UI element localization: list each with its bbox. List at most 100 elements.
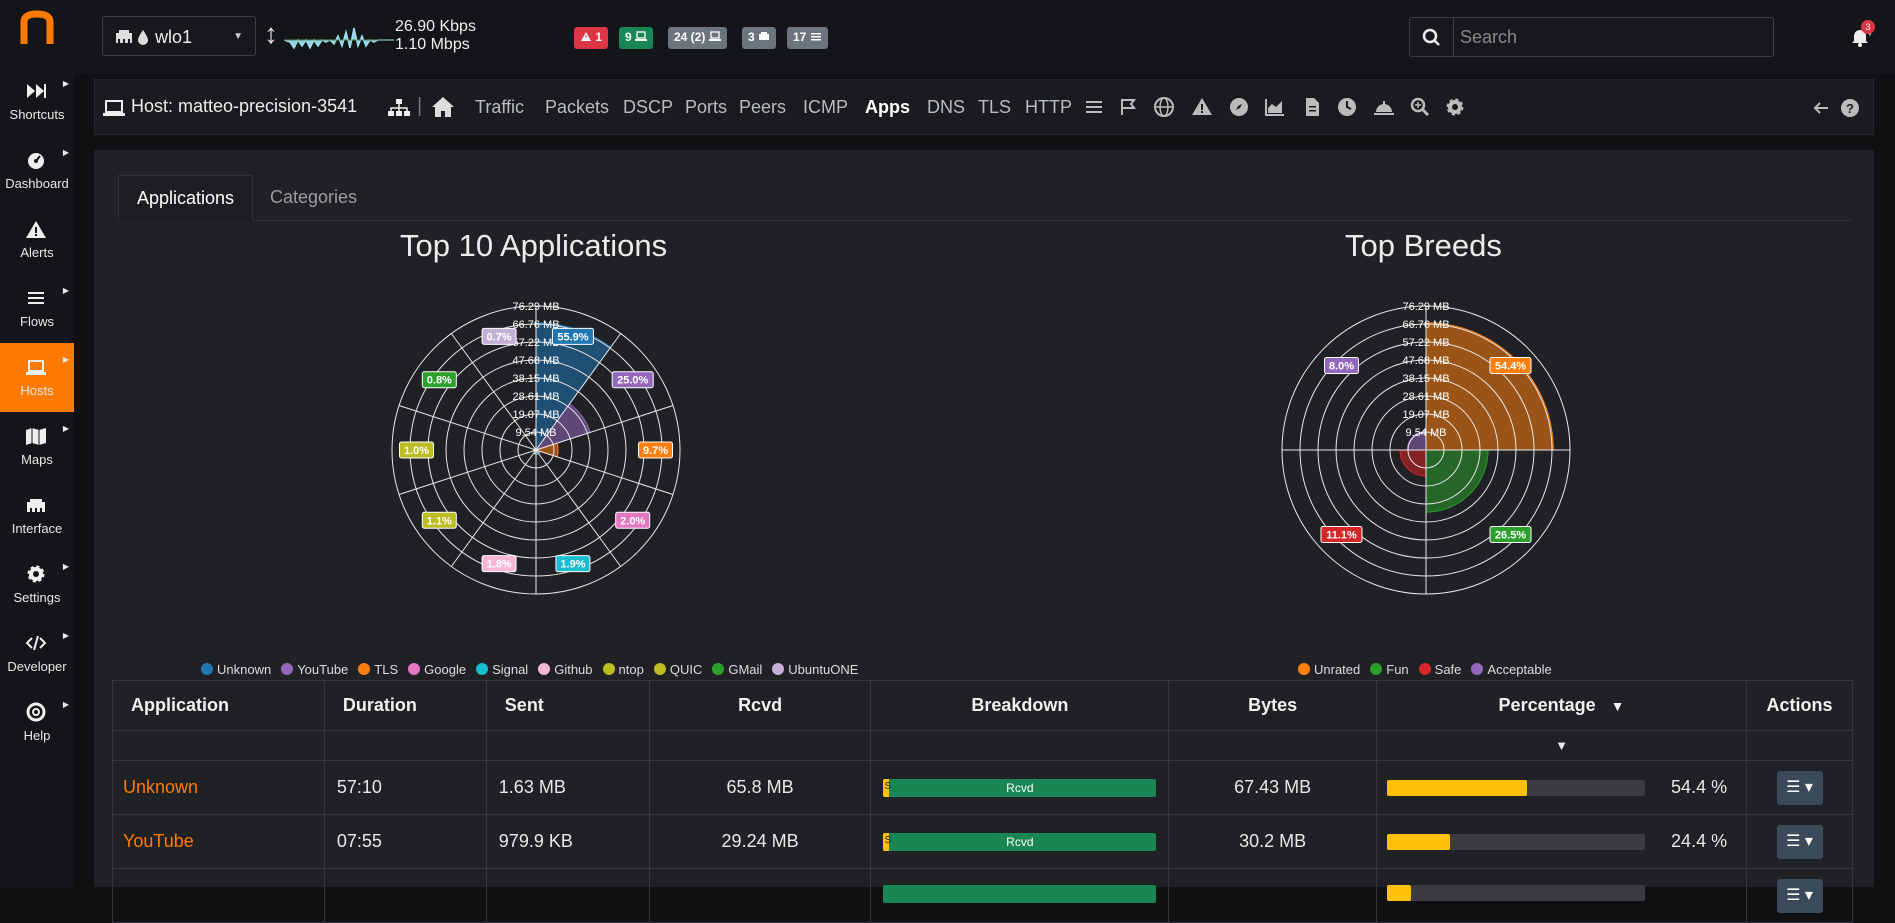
legend-dot xyxy=(772,663,785,675)
legend-item-github[interactable]: Github xyxy=(538,662,593,677)
warning-icon xyxy=(26,221,46,238)
data-label: 1.8% xyxy=(487,559,512,571)
legend-item-ntop[interactable]: ntop xyxy=(602,662,644,677)
map-icon xyxy=(26,428,46,445)
apps-chart-title: Top 10 Applications xyxy=(400,228,668,263)
legend-item-quic[interactable]: QUIC xyxy=(653,662,703,677)
legend-item-youtube[interactable]: YouTube xyxy=(281,662,348,677)
zoom-in-icon[interactable] xyxy=(1409,96,1431,118)
sidebar-item-dashboard[interactable]: Dashboard ▶ xyxy=(0,136,74,205)
sidebar-item-shortcuts[interactable]: Shortcuts ▶ xyxy=(0,67,74,136)
sidebar-item-settings[interactable]: Settings ▶ xyxy=(0,550,74,619)
legend-item-gmail[interactable]: GMail xyxy=(712,662,762,677)
legend-label: Acceptable xyxy=(1487,662,1552,677)
legend-item-tls[interactable]: TLS xyxy=(358,662,398,677)
breakdown-sent-label: S xyxy=(884,834,892,846)
bell-concierge-icon[interactable] xyxy=(1373,96,1395,118)
main-panel: Applications Categories Top 10 Applicati… xyxy=(94,150,1874,923)
radial-tick-label: 38.15 MB xyxy=(1402,373,1449,385)
legend-item-fun[interactable]: Fun xyxy=(1370,662,1409,677)
sort-desc-icon: ▼ xyxy=(1610,698,1625,714)
interface-select[interactable]: wlo1 ▼ xyxy=(102,16,256,56)
search-icon[interactable] xyxy=(1410,18,1454,56)
legend-item-safe[interactable]: Safe xyxy=(1418,662,1461,677)
home-icon[interactable] xyxy=(431,96,455,118)
actions-menu-button[interactable]: ☰ ▾ xyxy=(1776,824,1823,859)
status-badge[interactable]: 9 xyxy=(619,27,654,49)
nav-icmp[interactable]: ICMP xyxy=(803,97,848,118)
gear-icon[interactable] xyxy=(1444,96,1466,118)
nav-ports[interactable]: Ports xyxy=(685,97,727,118)
col-percentage[interactable]: Percentage ▼ xyxy=(1376,680,1747,731)
app-link[interactable]: Unknown xyxy=(123,777,198,797)
status-badge[interactable]: 17 xyxy=(787,27,828,49)
chevron-right-icon: ▶ xyxy=(62,424,69,433)
legend-item-acceptable[interactable]: Acceptable xyxy=(1471,662,1552,677)
help-circle-icon[interactable]: ? xyxy=(1840,98,1860,118)
ntopng-logo[interactable] xyxy=(20,8,54,48)
tab-categories[interactable]: Categories xyxy=(252,175,375,221)
sidebar-item-flows[interactable]: Flows ▶ xyxy=(0,274,74,343)
sidebar-item-developer[interactable]: Developer ▶ xyxy=(0,619,74,688)
nav-traffic[interactable]: Traffic xyxy=(475,97,524,118)
sidebar-item-interface[interactable]: Interface xyxy=(0,481,74,550)
sidebar-item-hosts[interactable]: Hosts ▶ xyxy=(0,343,74,412)
laptop-icon xyxy=(26,360,46,375)
sitemap-icon[interactable] xyxy=(388,99,410,117)
search-box[interactable] xyxy=(1409,17,1774,57)
laptop-icon xyxy=(708,31,721,41)
col-sent[interactable]: Sent xyxy=(485,680,650,731)
status-badge[interactable]: 24 (2) xyxy=(668,27,727,49)
nav-apps[interactable]: Apps xyxy=(865,97,910,118)
col-breakdown[interactable]: Breakdown xyxy=(870,680,1170,731)
filter-row: ▼ xyxy=(112,730,1853,761)
data-label: 55.9% xyxy=(557,331,588,343)
sidebar-item-label: Shortcuts xyxy=(9,107,65,122)
nav-packets[interactable]: Packets xyxy=(545,97,609,118)
arrow-left-icon[interactable] xyxy=(1812,100,1830,116)
status-badge[interactable]: 3 xyxy=(742,27,777,49)
nav-dscp[interactable]: DSCP xyxy=(623,97,673,118)
globe-icon[interactable] xyxy=(1153,96,1175,118)
percentage-filter-icon[interactable]: ▼ xyxy=(1376,730,1747,761)
col-application[interactable]: Application xyxy=(112,680,325,731)
list-icon[interactable] xyxy=(1083,96,1105,118)
col-bytes[interactable]: Bytes xyxy=(1168,680,1378,731)
drop-icon xyxy=(138,30,148,45)
nav-peers[interactable]: Peers xyxy=(739,97,786,118)
app-link[interactable]: YouTube xyxy=(123,831,194,851)
sidebar-item-maps[interactable]: Maps ▶ xyxy=(0,412,74,481)
radial-tick-label: 47.68 MB xyxy=(512,355,559,367)
nav-tls[interactable]: TLS xyxy=(978,97,1011,118)
legend-item-ubuntuone[interactable]: UbuntuONE xyxy=(772,662,858,677)
col-rcvd[interactable]: Rcvd xyxy=(648,680,872,731)
radial-tick-label: 19.07 MB xyxy=(512,409,559,421)
flag-icon[interactable] xyxy=(1118,96,1140,118)
sidebar-item-alerts[interactable]: Alerts xyxy=(0,205,74,274)
legend-label: QUIC xyxy=(669,662,703,677)
legend-item-google[interactable]: Google xyxy=(408,662,466,677)
area-chart-icon[interactable] xyxy=(1264,96,1286,118)
compass-icon[interactable] xyxy=(1228,96,1250,118)
file-icon[interactable] xyxy=(1301,96,1323,118)
legend-item-unknown[interactable]: Unknown xyxy=(201,662,271,677)
percentage-fill xyxy=(1387,885,1412,901)
warning-icon[interactable] xyxy=(1191,96,1213,118)
tab-applications[interactable]: Applications xyxy=(118,175,254,221)
search-input[interactable] xyxy=(1460,26,1760,48)
legend-label: Google xyxy=(424,662,467,677)
actions-menu-button[interactable]: ☰ ▾ xyxy=(1776,879,1823,913)
nav-http[interactable]: HTTP xyxy=(1025,97,1072,118)
clock-icon[interactable] xyxy=(1336,96,1358,118)
data-label: 0.8% xyxy=(427,375,452,387)
legend-item-signal[interactable]: Signal xyxy=(476,662,528,677)
radial-tick-label: 28.61 MB xyxy=(1402,391,1449,403)
data-label: 8.0% xyxy=(1329,360,1354,372)
sidebar-item-help[interactable]: Help ▶ xyxy=(0,688,74,757)
status-badge[interactable]: 1 xyxy=(574,27,609,49)
legend-label: UbuntuONE xyxy=(788,662,859,677)
nav-dns[interactable]: DNS xyxy=(927,97,965,118)
col-duration[interactable]: Duration xyxy=(323,680,487,731)
legend-item-unrated[interactable]: Unrated xyxy=(1298,662,1360,677)
actions-menu-button[interactable]: ☰ ▾ xyxy=(1776,770,1823,805)
